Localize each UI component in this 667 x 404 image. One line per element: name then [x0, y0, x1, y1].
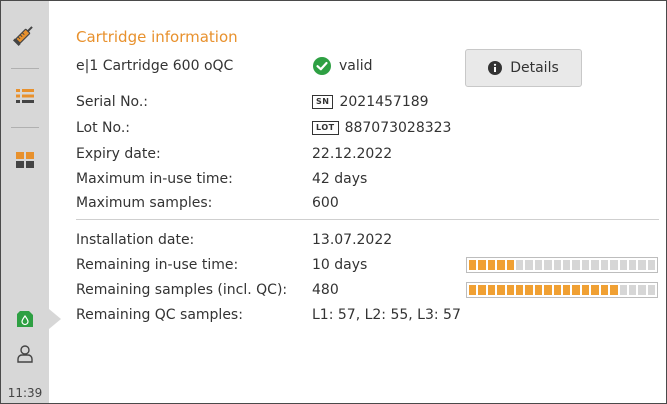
progress-segment: [591, 260, 599, 270]
lot-value: 887073028323: [344, 120, 452, 136]
progress-segment: [619, 285, 627, 295]
expiry-label: Expiry date:: [76, 146, 161, 162]
progress-segment: [516, 285, 524, 295]
clock-time: 11:39: [7, 386, 43, 400]
remaining-qc-label: Remaining QC samples:: [76, 307, 243, 323]
progress-segment: [469, 260, 477, 270]
progress-segment: [600, 260, 609, 270]
progress-segment: [628, 260, 637, 270]
progress-segment: [581, 285, 590, 295]
remaining-time-label: Remaining in-use time:: [76, 257, 239, 273]
progress-segment: [553, 285, 562, 295]
progress-segment: [497, 285, 505, 295]
progress-segment: [506, 285, 515, 295]
remaining-samples-bar: [466, 282, 658, 298]
progress-segment: [478, 285, 486, 295]
progress-segment: [534, 285, 543, 295]
sidebar: 11:39: [1, 1, 61, 403]
progress-segment: [497, 260, 505, 270]
progress-segment: [516, 260, 524, 270]
max-time-value: 42 days: [312, 171, 368, 187]
progress-segment: [600, 285, 609, 295]
serial-value: 2021457189: [339, 94, 429, 110]
progress-segment: [563, 285, 571, 295]
progress-segment: [544, 285, 552, 295]
user-icon[interactable]: [1, 342, 49, 366]
progress-segment: [610, 285, 618, 295]
max-samples-value: 600: [312, 195, 339, 211]
lot-value-group: LOT 887073028323: [312, 120, 451, 136]
remaining-qc-value: L1: 57, L2: 55, L3: 57: [312, 307, 461, 323]
progress-segment: [506, 260, 515, 270]
progress-segment: [647, 285, 656, 295]
cartridge-status-icon[interactable]: [1, 307, 49, 331]
section-divider: [76, 219, 659, 220]
install-label: Installation date:: [76, 232, 195, 248]
progress-segment: [534, 260, 543, 270]
progress-segment: [544, 260, 552, 270]
install-value: 13.07.2022: [312, 232, 393, 248]
progress-segment: [619, 260, 627, 270]
lot-tag: LOT: [312, 121, 339, 135]
progress-segment: [525, 260, 533, 270]
serial-value-group: SN 2021457189: [312, 94, 429, 110]
progress-segment: [487, 260, 496, 270]
serial-tag: SN: [312, 95, 334, 109]
list-icon[interactable]: [1, 84, 49, 108]
progress-segment: [610, 260, 618, 270]
progress-segment: [638, 285, 646, 295]
status-label: valid: [339, 58, 373, 74]
syringe-icon[interactable]: [1, 19, 49, 49]
expiry-value: 22.12.2022: [312, 146, 393, 162]
status-badge: valid: [313, 57, 373, 75]
progress-segment: [563, 260, 571, 270]
progress-segment: [487, 285, 496, 295]
serial-label: Serial No.:: [76, 94, 149, 110]
window-frame: 11:39 Cartridge information e|1 Cartridg…: [0, 0, 667, 404]
progress-segment: [478, 260, 486, 270]
progress-segment: [591, 285, 599, 295]
remaining-samples-label: Remaining samples (incl. QC):: [76, 282, 288, 298]
remaining-time-value: 10 days: [312, 257, 368, 273]
progress-segment: [572, 285, 580, 295]
sidebar-divider: [11, 68, 39, 69]
max-time-label: Maximum in-use time:: [76, 171, 233, 187]
progress-segment: [572, 260, 580, 270]
details-button-label: Details: [510, 60, 559, 76]
max-samples-label: Maximum samples:: [76, 195, 213, 211]
lot-label: Lot No.:: [76, 120, 131, 136]
page-title: Cartridge information: [76, 28, 238, 46]
cartridge-info-panel: Cartridge information e|1 Cartridge 600 …: [76, 1, 666, 403]
dashboard-icon[interactable]: [1, 148, 49, 172]
active-item-pointer: [49, 309, 61, 329]
sidebar-divider: [11, 127, 39, 128]
progress-segment: [469, 285, 477, 295]
remaining-samples-value: 480: [312, 282, 339, 298]
info-icon: [488, 61, 503, 75]
progress-segment: [628, 285, 637, 295]
progress-segment: [638, 260, 646, 270]
progress-segment: [525, 285, 533, 295]
details-button[interactable]: Details: [465, 49, 582, 87]
progress-segment: [553, 260, 562, 270]
remaining-time-bar: [466, 257, 658, 273]
cartridge-name: e|1 Cartridge 600 oQC: [76, 58, 234, 74]
progress-segment: [647, 260, 656, 270]
check-circle-icon: [313, 57, 331, 75]
progress-segment: [581, 260, 590, 270]
